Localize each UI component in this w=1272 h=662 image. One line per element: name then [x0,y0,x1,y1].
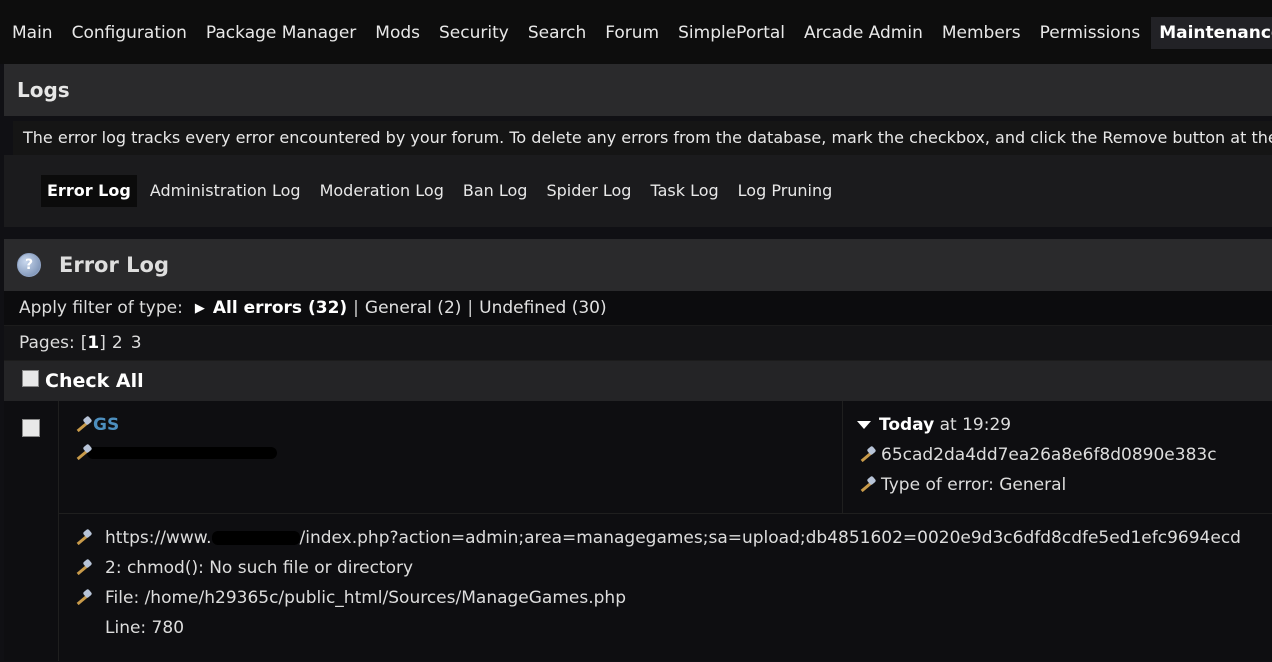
wrench-icon[interactable] [857,476,877,494]
type-line: Type of error: General [857,475,1066,495]
redacted-domain [211,531,300,545]
nav-item-main[interactable]: Main [4,17,61,49]
page-link-3[interactable]: 3 [131,333,142,353]
check-all-row: Check All [4,361,1272,401]
date-time: at 19:29 [934,415,1012,435]
nav-item-search[interactable]: Search [520,17,594,49]
line-number: Line: 780 [105,618,185,638]
session-line: 65cad2da4dd7ea26a8e6f8d0890e383c [857,445,1217,465]
error-log-header: ? Error Log [4,239,1272,291]
redacted-ip [87,447,277,459]
tab-ban-log[interactable]: Ban Log [457,175,534,207]
page-current: 1 [87,333,100,353]
nav-item-members[interactable]: Members [934,17,1029,49]
member-line: GS [73,415,119,435]
entry-summary: GS Today at 19:29 65cad2da4dd7ea26a8e6f8… [59,401,1272,514]
ip-line [73,443,277,463]
wrench-icon[interactable] [73,529,93,547]
error-message: 2: chmod(): No such file or directory [105,558,414,578]
filter-general[interactable]: General (2) [365,298,461,318]
top-navigation: Main Configuration Package Manager Mods … [0,0,1272,64]
date-line: Today at 19:29 [857,415,1011,435]
log-tabs: Error Log Administration Log Moderation … [4,155,1272,227]
check-all-checkbox[interactable] [22,369,39,387]
filter-row: Apply filter of type: ▶ All errors (32) … [4,291,1272,326]
nav-item-package-manager[interactable]: Package Manager [198,17,364,49]
page-link-2[interactable]: 2 [112,333,123,353]
nav-item-configuration[interactable]: Configuration [64,17,195,49]
check-all-label[interactable]: Check All [45,370,144,392]
message-line: 2: chmod(): No such file or directory [73,558,413,578]
session-id: 65cad2da4dd7ea26a8e6f8d0890e383c [881,445,1217,465]
error-url-suffix[interactable]: /index.php?action=admin;area=managegames… [300,528,1241,548]
filter-undefined[interactable]: Undefined (30) [479,298,607,318]
logs-header: Logs [4,64,1272,116]
section-title: Error Log [59,253,169,277]
error-type: Type of error: General [881,475,1067,495]
nav-item-mods[interactable]: Mods [367,17,428,49]
page-bracket-close: ] [99,333,106,353]
filter-all-errors[interactable]: All errors (32) [213,298,347,318]
logs-description: The error log tracks every error encount… [13,121,1272,155]
page-bracket-open: [ [80,333,88,353]
entry-member-cell: GS [59,401,843,513]
tab-administration-log[interactable]: Administration Log [144,175,307,207]
wrench-icon[interactable] [73,559,93,577]
wrench-icon[interactable] [73,444,93,462]
pagination: Pages: [1] 2 3 [4,326,1272,361]
nav-item-arcade-admin[interactable]: Arcade Admin [796,17,931,49]
tab-log-pruning[interactable]: Log Pruning [732,175,839,207]
error-url-prefix[interactable]: https://www. [105,528,212,548]
nav-item-security[interactable]: Security [431,17,517,49]
tab-spider-log[interactable]: Spider Log [540,175,637,207]
tab-error-log[interactable]: Error Log [41,175,137,207]
entry-select-cell [4,401,59,661]
date-today: Today [879,415,935,435]
nav-item-simpleportal[interactable]: SimplePortal [670,17,793,49]
filter-label: Apply filter of type: [19,298,183,318]
error-entry: GS Today at 19:29 65cad2da4dd7ea26a8e6f8… [4,401,1272,661]
entry-checkbox[interactable] [22,419,40,437]
filter-separator: | [353,298,359,318]
member-link[interactable]: GS [93,415,119,435]
entry-meta-cell: Today at 19:29 65cad2da4dd7ea26a8e6f8d08… [843,401,1272,513]
file-line: File: /home/h29365c/public_html/Sources/… [73,588,626,608]
wrench-icon[interactable] [73,416,93,434]
pages-label: Pages: [19,333,75,353]
tab-task-log[interactable]: Task Log [644,175,724,207]
triangle-down-icon[interactable] [857,421,871,429]
filter-separator: | [467,298,474,318]
wrench-icon[interactable] [857,446,877,464]
nav-item-forum[interactable]: Forum [597,17,667,49]
error-file: File: /home/h29365c/public_html/Sources/… [105,588,626,608]
nav-item-maintenance[interactable]: Maintenance [1151,17,1272,49]
tab-moderation-log[interactable]: Moderation Log [314,175,450,207]
triangle-right-icon: ▶ [194,300,205,316]
entry-details: https://www. /index.php?action=admin;area… [59,514,1272,661]
nav-item-permissions[interactable]: Permissions [1032,17,1149,49]
help-icon[interactable]: ? [17,253,41,277]
wrench-icon[interactable] [73,589,93,607]
url-line: https://www. /index.php?action=admin;area… [73,528,1241,548]
